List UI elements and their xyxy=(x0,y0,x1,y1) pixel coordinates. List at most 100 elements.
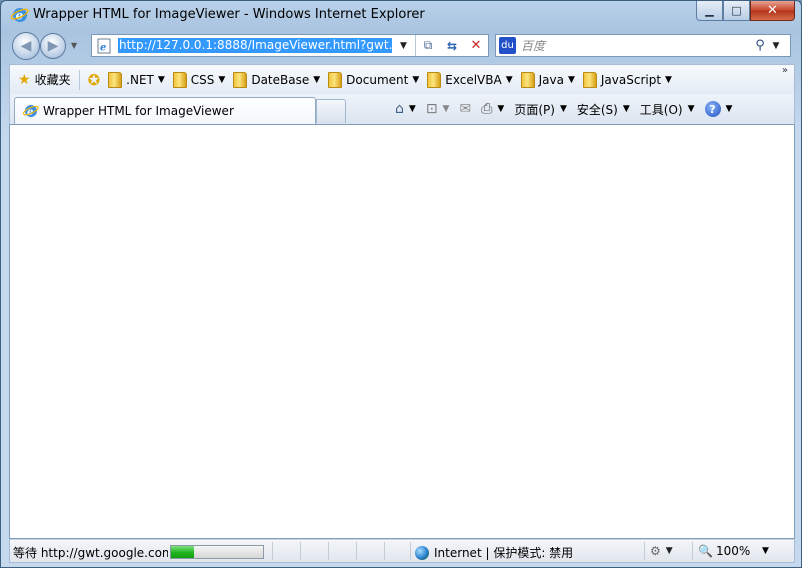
chevron-down-icon: ▼ xyxy=(408,104,416,114)
search-bar: du 百度 ⚲ ▼ xyxy=(495,34,791,57)
chevron-down-icon: ▼ xyxy=(687,104,695,114)
folder-label: DateBase xyxy=(251,72,310,87)
favorites-folder-excelvba[interactable]: ExcelVBA ▼ xyxy=(423,68,516,92)
security-zone[interactable]: Internet | 保护模式: 禁用 xyxy=(415,544,573,561)
minimize-button[interactable]: ▁ xyxy=(696,1,723,21)
refresh-button[interactable]: ⇆ xyxy=(440,35,464,56)
help-button[interactable]: ? ▼ xyxy=(700,98,738,120)
new-tab-button[interactable] xyxy=(316,99,346,123)
zoom-button[interactable]: 🔍 100% xyxy=(698,544,750,558)
folder-label: CSS xyxy=(190,72,215,87)
chevron-down-icon: ▼ xyxy=(567,74,575,85)
search-icon[interactable]: ⚲ xyxy=(751,38,769,53)
address-dropdown-button[interactable]: ▼ xyxy=(400,41,410,51)
status-divider xyxy=(692,542,693,560)
maximize-icon: □ xyxy=(731,4,742,17)
folder-icon xyxy=(233,71,248,88)
caption-buttons: ▁ □ ✕ xyxy=(696,1,795,21)
stop-icon: ✕ xyxy=(470,38,482,53)
search-options-dropdown[interactable]: ▼ xyxy=(769,41,783,51)
search-input[interactable]: 百度 xyxy=(521,37,751,54)
folder-label: Document xyxy=(346,72,409,87)
add-favorite-star-icon: ✪ xyxy=(87,70,101,89)
folder-icon xyxy=(582,71,597,88)
folder-label: JavaScript xyxy=(600,72,662,87)
home-button[interactable]: ⌂ ▼ xyxy=(390,98,421,120)
favorites-bar: ★ 收藏夹 ✪ .NET ▼ CSS ▼ DateBase ▼ Document… xyxy=(9,64,795,94)
chevron-down-icon: ▼ xyxy=(665,74,672,85)
folder-label: .NET xyxy=(126,72,154,87)
favorites-overflow-button[interactable]: » xyxy=(782,65,788,76)
status-divider xyxy=(356,542,357,560)
folder-icon xyxy=(427,71,442,88)
title-bar: e Wrapper HTML for ImageViewer - Windows… xyxy=(1,1,801,29)
address-row: ◀ ▶ ▼ e http://127.0.0.1:8888/ImageViewe… xyxy=(1,29,801,63)
tools-menu-button[interactable]: 工具(O) ▼ xyxy=(635,98,700,120)
compatibility-view-button[interactable]: ⧉ xyxy=(416,35,440,56)
chevron-down-icon: ▼ xyxy=(218,74,226,85)
stop-button[interactable]: ✕ xyxy=(464,35,488,56)
tab-wrapper-html[interactable]: e Wrapper HTML for ImageViewer xyxy=(14,97,316,124)
status-bar: 等待 http://gwt.google.com/... Internet | … xyxy=(9,539,795,563)
favorites-folder-css[interactable]: CSS ▼ xyxy=(169,68,230,92)
safety-menu-button[interactable]: 安全(S) ▼ xyxy=(572,98,635,120)
chevron-down-icon: ▼ xyxy=(725,104,733,114)
favorites-folder-javascript[interactable]: JavaScript ▼ xyxy=(579,68,676,92)
maximize-button[interactable]: □ xyxy=(723,1,750,21)
add-on-button[interactable]: ⚙ ▼ xyxy=(650,544,673,558)
ie-page-icon: e xyxy=(23,105,39,118)
favorites-folder-document[interactable]: Document ▼ xyxy=(324,68,423,92)
progress-fill xyxy=(171,546,194,558)
folder-icon xyxy=(172,71,187,88)
favorites-folder-datebase[interactable]: DateBase ▼ xyxy=(229,68,324,92)
chevron-down-icon: ▼ xyxy=(497,104,505,114)
tab-row: e Wrapper HTML for ImageViewer ⌂ ▼ ⊡ ▼ ✉… xyxy=(9,94,795,124)
chevron-down-icon: ▼ xyxy=(313,74,321,85)
security-zone-label: Internet | 保护模式: 禁用 xyxy=(434,546,574,560)
close-button[interactable]: ✕ xyxy=(750,1,795,21)
chevron-down-icon: ▼ xyxy=(157,74,165,85)
feeds-button[interactable]: ⊡ ▼ xyxy=(421,98,455,120)
rss-feed-icon: ⊡ xyxy=(425,101,438,117)
loading-progress-bar xyxy=(170,545,264,559)
recent-pages-dropdown[interactable]: ▼ xyxy=(71,41,77,50)
chevron-down-icon: ▼ xyxy=(505,74,513,85)
ie-logo-icon: e xyxy=(11,8,29,23)
favorites-button[interactable]: ★ 收藏夹 xyxy=(14,68,75,92)
page-menu-label: 页面(P) xyxy=(514,102,555,117)
favorites-folder-java[interactable]: Java ▼ xyxy=(517,68,579,92)
page-icon: e xyxy=(97,38,111,53)
print-button[interactable]: ⎙ ▼ xyxy=(476,98,509,120)
back-button[interactable]: ◀ xyxy=(12,32,40,60)
add-to-favorites-bar-button[interactable]: ✪ xyxy=(84,68,105,92)
page-menu-button[interactable]: 页面(P) ▼ xyxy=(509,98,572,120)
printer-icon: ⎙ xyxy=(481,101,493,117)
compatibility-view-icon: ⧉ xyxy=(423,38,433,52)
zoom-dropdown-icon[interactable]: ▼ xyxy=(762,546,769,556)
ie-window: e Wrapper HTML for ImageViewer - Windows… xyxy=(0,0,802,568)
read-mail-button[interactable]: ✉ xyxy=(454,98,476,120)
chevron-down-icon: ▼ xyxy=(559,104,567,114)
folder-icon xyxy=(108,71,123,88)
page-content[interactable] xyxy=(9,124,795,539)
status-divider xyxy=(272,542,273,560)
help-icon: ? xyxy=(704,101,721,117)
refresh-icon: ⇆ xyxy=(446,38,458,53)
globe-icon xyxy=(415,545,429,560)
chevron-down-icon: ▼ xyxy=(412,74,420,85)
status-divider xyxy=(384,542,385,560)
status-text: 等待 http://gwt.google.com/... xyxy=(13,546,168,560)
baidu-paw-icon: du xyxy=(499,37,516,54)
favorites-folder-dotnet[interactable]: .NET ▼ xyxy=(104,68,169,92)
zoom-icon: 🔍 xyxy=(698,544,713,558)
home-icon: ⌂ xyxy=(395,101,404,117)
favorites-label: 收藏夹 xyxy=(34,73,71,87)
forward-button[interactable]: ▶ xyxy=(40,33,66,59)
window-title: Wrapper HTML for ImageViewer - Windows I… xyxy=(33,7,425,22)
folder-label: Java xyxy=(538,72,564,87)
status-divider xyxy=(328,542,329,560)
folder-icon xyxy=(328,71,343,88)
back-arrow-icon: ◀ xyxy=(20,38,32,54)
address-input[interactable]: http://127.0.0.1:8888/ImageViewer.html?g… xyxy=(118,38,392,53)
mail-icon: ✉ xyxy=(459,101,472,117)
